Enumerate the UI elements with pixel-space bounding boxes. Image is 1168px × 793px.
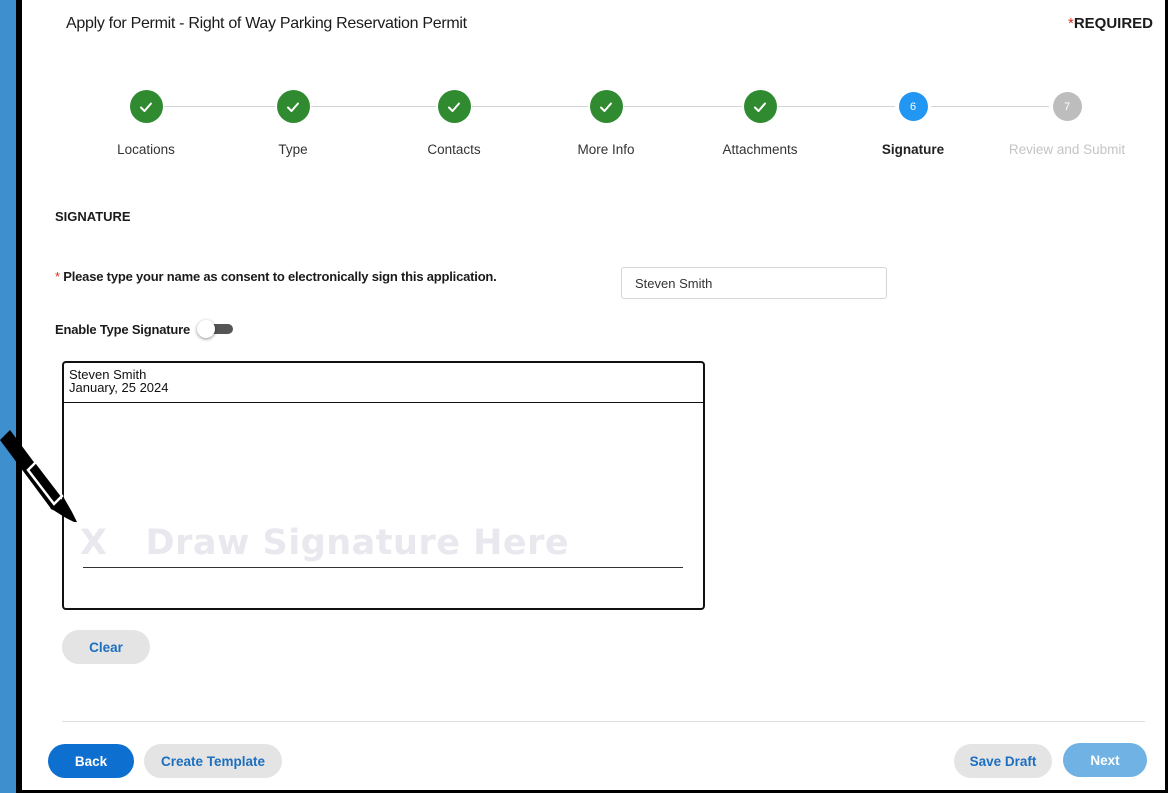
step-review-and-submit[interactable]: 7 Review and Submit (1002, 90, 1132, 157)
consent-label-text: Please type your name as consent to elec… (59, 269, 497, 284)
signature-pad-header: Steven Smith January, 25 2024 (64, 363, 703, 403)
step-label: Locations (117, 142, 175, 157)
step-label: Contacts (427, 142, 481, 157)
step-number: 6 (898, 92, 928, 121)
checkmark-icon (129, 90, 163, 123)
step-label: Review and Submit (1008, 142, 1126, 157)
signature-baseline (83, 567, 683, 568)
toggle-knob (196, 320, 215, 338)
type-signature-toggle-row: Enable Type Signature (55, 320, 233, 338)
clear-button[interactable]: Clear (62, 630, 150, 664)
consent-label: * Please type your name as consent to el… (55, 269, 497, 284)
signature-placeholder: X Draw Signature Here (80, 523, 570, 563)
required-text: REQUIRED (1073, 15, 1153, 32)
signature-draw-area[interactable]: X Draw Signature Here (64, 403, 703, 608)
step-contacts[interactable]: Contacts (389, 90, 519, 157)
back-button[interactable]: Back (48, 744, 134, 778)
progress-stepper: Locations Type Contacts More Info Attachment… (22, 90, 1165, 170)
checkmark-icon (743, 90, 777, 123)
section-title: SIGNATURE (55, 209, 131, 224)
step-label: Signature (881, 142, 945, 157)
step-label: Attachments (722, 142, 798, 157)
signer-name-input[interactable] (621, 267, 887, 299)
checkmark-icon (276, 90, 310, 123)
checkmark-icon (589, 90, 623, 123)
step-more-info[interactable]: More Info (541, 90, 671, 157)
permit-application-page: Apply for Permit - Right of Way Parking … (22, 0, 1165, 790)
footer-divider (62, 721, 1145, 722)
step-number: 7 (1052, 92, 1082, 121)
checkmark-icon (437, 90, 471, 123)
step-signature[interactable]: 6 Signature (848, 90, 978, 157)
pen-cursor-icon (0, 430, 77, 522)
step-attachments[interactable]: Attachments (695, 90, 825, 157)
step-type[interactable]: Type (228, 90, 358, 157)
create-template-button[interactable]: Create Template (144, 744, 282, 778)
step-locations[interactable]: Locations (81, 90, 211, 157)
save-draft-button[interactable]: Save Draft (954, 744, 1052, 778)
signed-date: January, 25 2024 (69, 380, 169, 395)
signature-pad: Steven Smith January, 25 2024 X Draw Sig… (62, 361, 705, 610)
step-label: Type (278, 142, 308, 157)
step-label: More Info (577, 142, 635, 157)
type-signature-toggle[interactable] (196, 320, 233, 338)
required-indicator: *REQUIRED (1068, 15, 1153, 32)
page-title: Apply for Permit - Right of Way Parking … (66, 15, 467, 32)
toggle-label: Enable Type Signature (55, 321, 190, 337)
next-button[interactable]: Next (1063, 743, 1147, 777)
